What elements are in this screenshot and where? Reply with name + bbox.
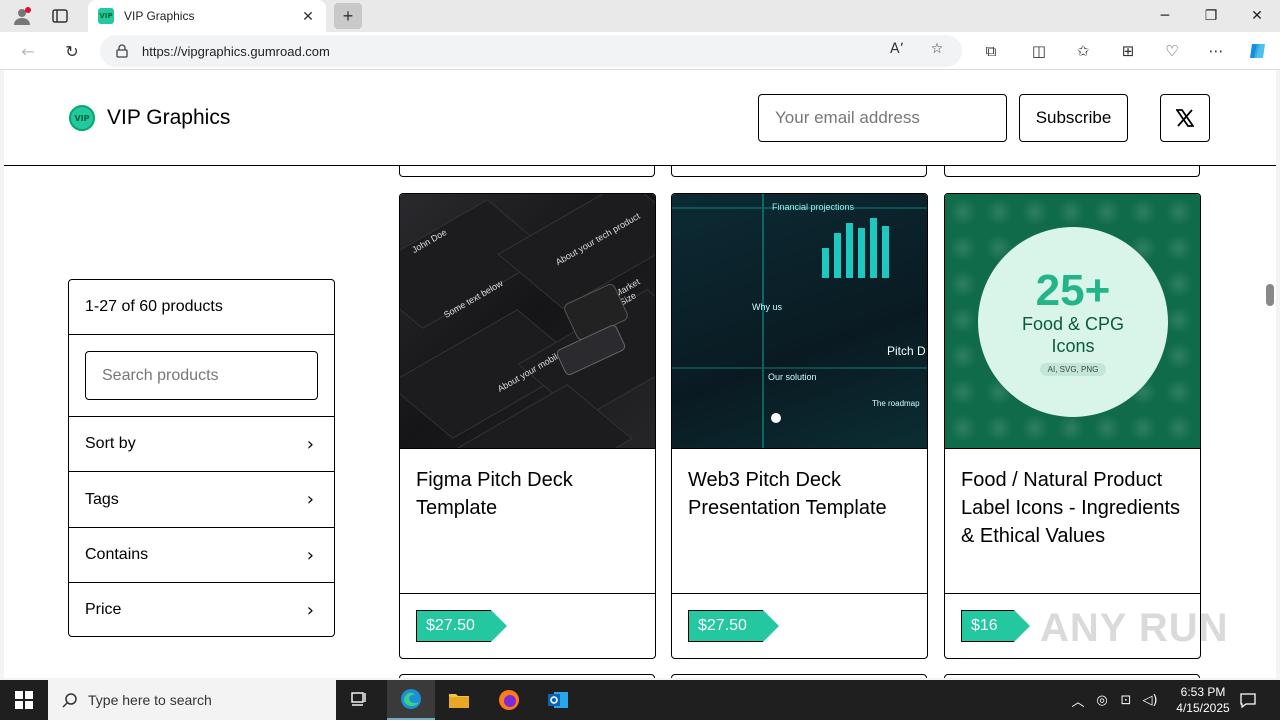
chevron-right-icon: › bbox=[306, 489, 314, 510]
tab-title: VIP Graphics bbox=[124, 9, 195, 23]
network-icon[interactable]: ⊡ bbox=[1116, 680, 1136, 720]
product-card-partial[interactable] bbox=[944, 674, 1200, 678]
browser-essentials-icon[interactable]: ♡ bbox=[1161, 40, 1183, 62]
favorites-icon[interactable]: ✩ bbox=[1072, 40, 1094, 62]
subscribe-button[interactable]: Subscribe bbox=[1019, 94, 1128, 142]
more-options-icon[interactable]: ⋯ bbox=[1205, 40, 1227, 62]
refresh-icon[interactable]: ↻ bbox=[60, 39, 84, 63]
address-bar[interactable]: https://vipgraphics.gumroad.com bbox=[100, 35, 962, 67]
search-row bbox=[69, 335, 334, 417]
product-filter-panel: 1-27 of 60 products Sort by › Tags › Con… bbox=[68, 279, 335, 637]
tab-actions-icon[interactable] bbox=[50, 6, 70, 26]
price-label: Price bbox=[85, 601, 122, 618]
edge-icon[interactable] bbox=[387, 680, 435, 720]
product-thumbnail[interactable]: John Doe Some text below About your tech… bbox=[400, 194, 655, 449]
search-icon bbox=[62, 693, 77, 708]
profile-icon[interactable] bbox=[12, 6, 32, 26]
sort-by-row[interactable]: Sort by › bbox=[69, 417, 334, 472]
task-view-icon[interactable] bbox=[336, 680, 384, 720]
contains-row[interactable]: Contains › bbox=[69, 528, 334, 583]
x-twitter-icon[interactable] bbox=[1160, 94, 1210, 142]
product-footer: $27.50 bbox=[672, 593, 927, 658]
price-tag: $27.50 bbox=[416, 610, 507, 642]
outlook-icon[interactable] bbox=[534, 680, 582, 720]
promo-circle: 25+ Food & CPG Icons AI, SVG, PNG bbox=[978, 227, 1168, 417]
file-explorer-icon[interactable] bbox=[435, 680, 483, 720]
lock-icon bbox=[116, 44, 128, 58]
product-footer: $27.50 bbox=[400, 593, 655, 658]
browser-tab[interactable]: VIP VIP Graphics ✕ bbox=[88, 0, 326, 32]
scrollbar-thumb[interactable] bbox=[1266, 284, 1274, 306]
taskbar-search-placeholder: Type here to search bbox=[88, 692, 212, 708]
product-title[interactable]: Web3 Pitch Deck Presentation Template bbox=[688, 466, 913, 522]
close-window-icon[interactable]: ✕ bbox=[1234, 0, 1280, 32]
search-products-input[interactable] bbox=[85, 351, 318, 400]
product-card[interactable]: Financial projections Why us Our solutio… bbox=[671, 193, 928, 659]
collections-icon[interactable]: ⊞ bbox=[1117, 40, 1139, 62]
extensions-icon[interactable]: ⧉ bbox=[980, 40, 1002, 62]
close-tab-icon[interactable]: ✕ bbox=[296, 4, 320, 28]
contains-label: Contains bbox=[85, 546, 149, 563]
product-card-partial[interactable] bbox=[671, 674, 927, 678]
tags-label: Tags bbox=[85, 490, 119, 508]
tab-favicon-icon: VIP bbox=[98, 8, 114, 24]
sort-by-label: Sort by bbox=[85, 435, 136, 452]
watermark: ANY RUN bbox=[1040, 606, 1229, 650]
taskbar-search[interactable]: Type here to search bbox=[48, 680, 336, 720]
price-row[interactable]: Price › bbox=[69, 583, 334, 637]
url-text: https://vipgraphics.gumroad.com bbox=[142, 43, 330, 59]
page-content: VIP VIP Graphics Subscribe 1-27 of 60 pr… bbox=[4, 70, 1276, 678]
show-hidden-icons-icon[interactable]: ︿ bbox=[1068, 680, 1088, 720]
browser-title-bar: VIP VIP Graphics ✕ + ─ ❐ ✕ bbox=[0, 0, 1280, 32]
chevron-right-icon: › bbox=[306, 599, 314, 621]
product-thumbnail[interactable]: Financial projections Why us Our solutio… bbox=[672, 194, 927, 449]
browser-toolbar: ← ↻ https://vipgraphics.gumroad.com A͏ʼ … bbox=[0, 32, 1280, 70]
copilot-icon[interactable] bbox=[1247, 40, 1269, 62]
split-screen-icon[interactable]: ◫ bbox=[1028, 40, 1050, 62]
new-tab-button[interactable]: + bbox=[334, 3, 362, 29]
email-input[interactable] bbox=[758, 94, 1007, 142]
store-logo[interactable]: VIP bbox=[69, 105, 95, 131]
product-thumbnail[interactable]: 25+ Food & CPG Icons AI, SVG, PNG bbox=[945, 194, 1200, 449]
product-title[interactable]: Food / Natural Product Label Icons - Ing… bbox=[961, 466, 1186, 550]
firefox-icon[interactable] bbox=[485, 680, 533, 720]
taskbar-clock[interactable]: 6:53 PM 4/15/2025 bbox=[1164, 684, 1242, 716]
product-card-partial[interactable] bbox=[399, 674, 655, 678]
back-icon[interactable]: ← bbox=[16, 39, 40, 63]
minimize-icon[interactable]: ─ bbox=[1142, 0, 1188, 32]
windows-start-icon[interactable] bbox=[0, 680, 48, 720]
restore-icon[interactable]: ❐ bbox=[1188, 0, 1234, 32]
meet-now-icon[interactable]: ◎ bbox=[1092, 680, 1112, 720]
product-card[interactable]: John Doe Some text below About your tech… bbox=[399, 193, 656, 659]
chevron-right-icon: › bbox=[306, 433, 314, 455]
read-aloud-icon[interactable]: A͏ʼ bbox=[887, 39, 907, 59]
product-title[interactable]: Figma Pitch Deck Template bbox=[416, 466, 641, 522]
clock-time: 6:53 PM bbox=[1180, 685, 1226, 699]
price-tag: $27.50 bbox=[688, 610, 779, 642]
notifications-icon[interactable] bbox=[1236, 680, 1260, 720]
store-header: VIP VIP Graphics Subscribe bbox=[4, 70, 1276, 166]
product-count: 1-27 of 60 products bbox=[69, 280, 334, 335]
favorite-star-icon[interactable]: ☆ bbox=[927, 39, 947, 59]
price-tag: $16 bbox=[961, 610, 1030, 642]
product-card[interactable]: 25+ Food & CPG Icons AI, SVG, PNG Food /… bbox=[944, 193, 1201, 659]
windows-taskbar: Type here to search ︿ ◎ ⊡ ◁) 6:53 PM 4/1… bbox=[0, 680, 1280, 720]
store-name[interactable]: VIP Graphics bbox=[107, 106, 230, 130]
clock-date: 4/15/2025 bbox=[1176, 701, 1230, 715]
chevron-right-icon: › bbox=[306, 544, 314, 566]
volume-icon[interactable]: ◁) bbox=[1140, 680, 1160, 720]
tags-row[interactable]: Tags › bbox=[69, 472, 334, 528]
